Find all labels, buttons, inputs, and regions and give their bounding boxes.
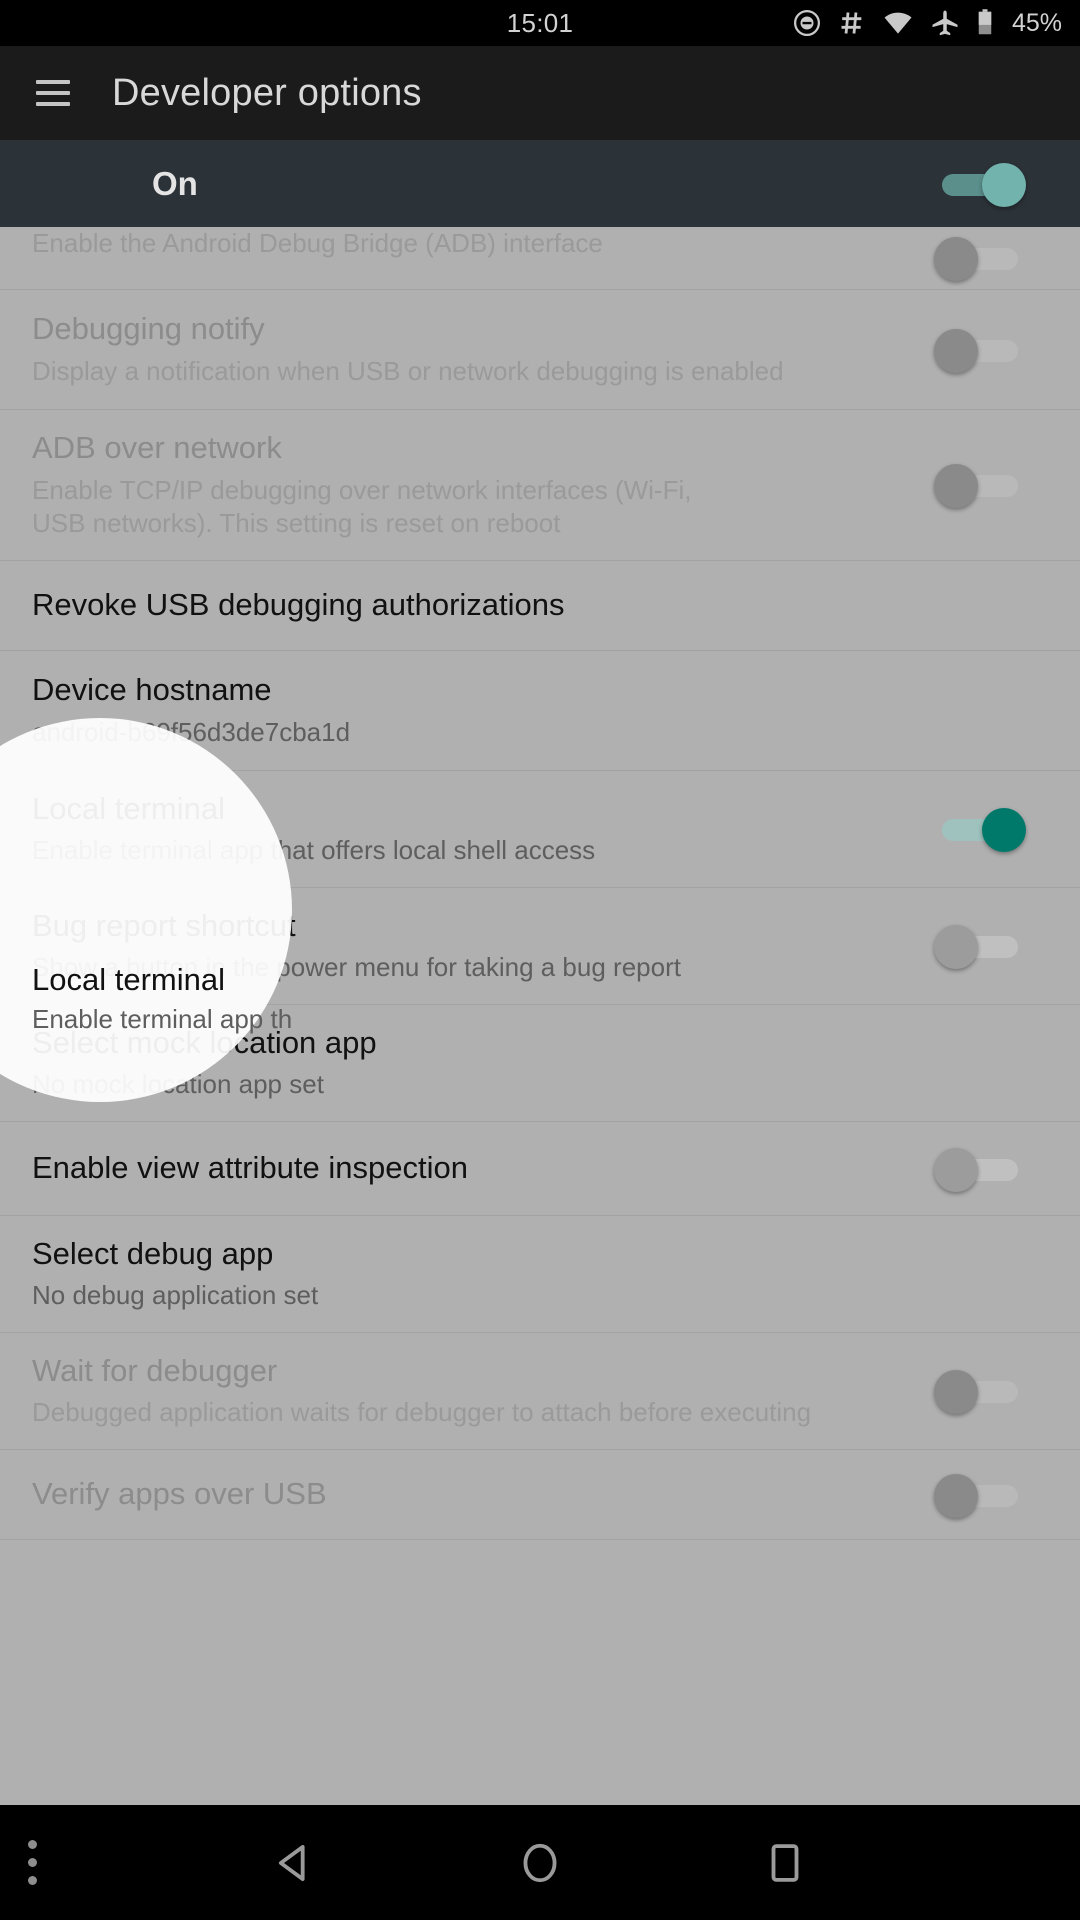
list-item-verify-apps-over-usb[interactable]: Verify apps over USB <box>0 1450 1080 1540</box>
list-item-title: Debugging notify <box>32 311 265 347</box>
list-item-subtitle: Debugged application waits for debugger … <box>32 1397 812 1428</box>
list-item-title: ADB over network <box>32 429 282 465</box>
list-item-device-hostname[interactable]: Device hostname android-b69f56d3de7cba1d <box>0 651 1080 771</box>
hamburger-menu-icon[interactable] <box>36 80 70 106</box>
list-item-text: Revoke USB debugging authorizations <box>32 586 565 625</box>
status-icon-tray: 45% <box>792 8 1062 38</box>
master-switch-toggle[interactable] <box>938 160 1026 208</box>
list-item-bug-report-shortcut[interactable]: Bug report shortcut Show a button in the … <box>0 888 1080 1005</box>
list-item-title: Local terminal <box>32 790 225 826</box>
back-triangle-icon[interactable] <box>272 1840 318 1886</box>
list-item-text: ADB over network Enable TCP/IP debugging … <box>32 429 752 541</box>
wifi-icon <box>884 12 912 34</box>
android-screen: 15:01 45% Developer options On Enable th… <box>0 0 1080 1920</box>
list-item-subtitle: Enable the Android Debug Bridge (ADB) in… <box>32 228 603 259</box>
list-item-enable-view-attribute-inspection[interactable]: Enable view attribute inspection <box>0 1122 1080 1216</box>
list-item-toggle-local-terminal[interactable] <box>938 805 1026 853</box>
list-item-text: Select mock location app No mock location… <box>32 1024 377 1103</box>
list-item-debugging-notify[interactable]: Debugging notify Display a notification w… <box>0 290 1080 410</box>
list-item-toggle-wait-for-debugger[interactable] <box>934 1367 1022 1415</box>
list-item-text: Bug report shortcut Show a button in the … <box>32 907 681 986</box>
list-item-toggle-debugging-notify[interactable] <box>934 326 1022 374</box>
battery-percent-label: 45% <box>1011 8 1062 37</box>
status-bar: 15:01 45% <box>0 0 1080 46</box>
airplane-mode-icon <box>932 10 958 36</box>
switch-thumb <box>934 1473 978 1518</box>
action-bar: Developer options <box>0 46 1080 140</box>
list-item-adb-over-network[interactable]: ADB over network Enable TCP/IP debugging … <box>0 410 1080 561</box>
battery-icon <box>978 9 992 35</box>
list-item-local-terminal[interactable]: Local terminal Enable terminal app that o… <box>0 771 1080 888</box>
navigation-bar <box>0 1805 1080 1920</box>
switch-thumb <box>982 808 1026 852</box>
switch-thumb <box>934 464 978 508</box>
list-item-subtitle: No mock location app set <box>32 1069 324 1100</box>
do-not-disturb-icon <box>793 10 820 36</box>
list-item-subtitle: Enable terminal app that offers local sh… <box>32 835 596 866</box>
developer-options-master-row[interactable]: On <box>0 140 1080 227</box>
list-item-toggle-verify-apps-over-usb[interactable] <box>934 1471 1022 1519</box>
list-item-text: Select debug app No debug application set <box>32 1235 318 1314</box>
list-item-toggle-adb-interface[interactable] <box>934 234 1022 282</box>
list-item-text: Enable the Android Debug Bridge (ADB) in… <box>32 227 603 261</box>
list-item-adb-interface[interactable]: Enable the Android Debug Bridge (ADB) in… <box>0 227 1080 290</box>
switch-thumb <box>934 925 978 969</box>
list-item-toggle-bug-report-shortcut[interactable] <box>934 922 1022 970</box>
developer-options-list[interactable]: Enable the Android Debug Bridge (ADB) in… <box>0 227 1080 1805</box>
master-switch-label: On <box>152 164 198 202</box>
switch-thumb <box>934 1147 978 1192</box>
switch-thumb <box>982 162 1026 207</box>
list-item-select-mock-location-app[interactable]: Select mock location app No mock location… <box>0 1005 1080 1122</box>
list-item-title: Wait for debugger <box>32 1352 278 1388</box>
list-item-title: Device hostname <box>32 672 272 708</box>
list-item-title: Bug report shortcut <box>32 907 296 943</box>
list-item-title: Enable view attribute inspection <box>32 1150 468 1186</box>
list-item-subtitle: Show a button in the power menu for taki… <box>32 952 681 983</box>
list-item-subtitle: android-b69f56d3de7cba1d <box>32 716 351 747</box>
switch-thumb <box>934 237 978 281</box>
list-item-text: Verify apps over USB <box>32 1475 327 1514</box>
hash-icon <box>841 12 862 34</box>
home-circle-icon[interactable] <box>517 1840 563 1886</box>
list-item-wait-for-debugger[interactable]: Wait for debugger Debugged application wa… <box>0 1333 1080 1450</box>
overflow-dots-icon[interactable] <box>28 1840 37 1885</box>
list-item-text: Debugging notify Display a notification w… <box>32 310 784 389</box>
list-item-title: Verify apps over USB <box>32 1476 327 1512</box>
list-item-title: Select debug app <box>32 1235 274 1271</box>
list-item-subtitle: Display a notification when USB or netwo… <box>32 355 784 386</box>
list-item-subtitle: No debug application set <box>32 1280 319 1311</box>
list-item-select-debug-app[interactable]: Select debug app No debug application set <box>0 1216 1080 1333</box>
page-title: Developer options <box>112 71 422 114</box>
switch-thumb <box>934 1370 978 1414</box>
list-item-text: Wait for debugger Debugged application wa… <box>32 1352 811 1431</box>
list-item-text: Local terminal Enable terminal app that o… <box>32 790 595 869</box>
list-item-revoke-usb-debugging-authorizations[interactable]: Revoke USB debugging authorizations <box>0 561 1080 651</box>
list-item-subtitle: Enable TCP/IP debugging over network int… <box>32 474 692 539</box>
list-item-text: Enable view attribute inspection <box>32 1149 468 1188</box>
list-item-title: Revoke USB debugging authorizations <box>32 587 565 623</box>
switch-thumb <box>934 328 978 373</box>
status-clock: 15:01 <box>506 7 574 38</box>
list-item-text: Device hostname android-b69f56d3de7cba1d <box>32 671 350 750</box>
list-item-title: Select mock location app <box>32 1024 377 1060</box>
list-item-toggle-adb-over-network[interactable] <box>934 461 1022 509</box>
recents-square-icon[interactable] <box>762 1840 808 1886</box>
list-item-toggle-enable-view-attribute-inspection[interactable] <box>934 1145 1022 1193</box>
